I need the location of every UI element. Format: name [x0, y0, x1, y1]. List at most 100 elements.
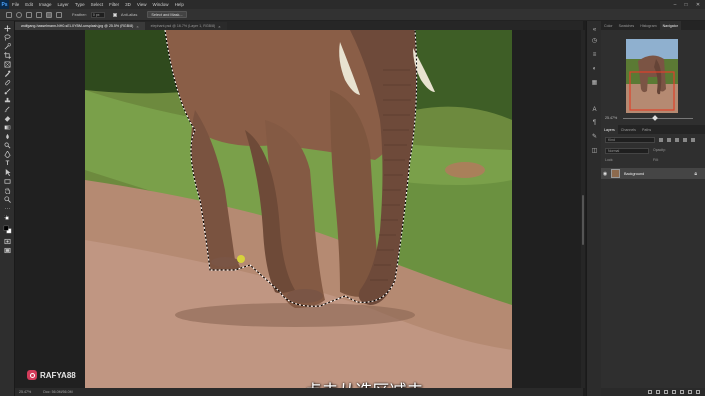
- navigator-thumbnail[interactable]: [626, 39, 678, 113]
- eyedropper-tool-icon[interactable]: [3, 70, 12, 77]
- tab-histogram[interactable]: Histogram: [637, 21, 659, 30]
- tab-swatches[interactable]: Swatches: [616, 21, 638, 30]
- history-panel-icon[interactable]: ◷: [591, 37, 598, 44]
- menu-file[interactable]: File: [9, 2, 22, 7]
- close-icon[interactable]: ×: [136, 24, 138, 29]
- menu-filter[interactable]: Filter: [106, 2, 122, 7]
- hand-tool-icon[interactable]: [3, 187, 12, 194]
- scrollbar-thumb[interactable]: [582, 195, 584, 245]
- visibility-eye-icon[interactable]: ◉: [601, 171, 609, 177]
- clone-source-panel-icon[interactable]: ◫: [591, 147, 598, 154]
- canvas-area[interactable]: 点击从选区减去: [15, 30, 583, 396]
- slider-knob[interactable]: [652, 115, 658, 121]
- layer-row-background[interactable]: ◉ Background 🔒︎: [601, 168, 705, 179]
- more-tools-icon[interactable]: ···: [3, 205, 12, 212]
- status-bar: 25.47% Doc: 56.0M/56.0M: [15, 388, 583, 396]
- select-and-mask-button[interactable]: Select and Mask...: [147, 11, 187, 18]
- document-tabs: wolfgang-hasselmann-NH0-sEl-XYBM-unsplas…: [15, 21, 583, 30]
- elephant-photo[interactable]: [85, 30, 512, 388]
- lasso-tool-icon[interactable]: [16, 11, 22, 18]
- eraser-tool-icon[interactable]: [3, 115, 12, 122]
- minimize-button[interactable]: –: [670, 0, 680, 9]
- navigator-zoom-slider[interactable]: [623, 115, 693, 121]
- screen-mode-icon[interactable]: [3, 247, 12, 254]
- filter-type-icon[interactable]: [675, 138, 679, 142]
- tab-color[interactable]: Color: [601, 21, 616, 30]
- brush-tool-icon[interactable]: [3, 88, 12, 95]
- tab-navigator[interactable]: Navigator: [659, 21, 681, 30]
- maximize-button[interactable]: □: [681, 0, 691, 9]
- navigator-zoom-value[interactable]: 25.47%: [605, 116, 617, 120]
- zoom-tool-icon[interactable]: [3, 196, 12, 203]
- new-group-icon[interactable]: [680, 390, 684, 394]
- pen-tool-icon[interactable]: [3, 151, 12, 158]
- blur-tool-icon[interactable]: [3, 133, 12, 140]
- link-layers-icon[interactable]: [648, 390, 652, 394]
- lasso-tool-icon[interactable]: [3, 34, 12, 41]
- menu-view[interactable]: View: [134, 2, 150, 7]
- path-selection-icon[interactable]: [3, 169, 12, 176]
- menu-3d[interactable]: 3D: [122, 2, 134, 7]
- filter-smart-object-icon[interactable]: [691, 138, 695, 142]
- libraries-panel-icon[interactable]: ▦: [591, 79, 598, 86]
- rectangle-tool-icon[interactable]: [3, 178, 12, 185]
- tab-elephant-jpg[interactable]: wolfgang-hasselmann-NH0-sEl-XYBM-unsplas…: [15, 22, 145, 30]
- type-tool-icon[interactable]: T: [3, 160, 12, 167]
- layer-filter-kind[interactable]: Kind: [605, 137, 655, 143]
- quick-mask-icon[interactable]: [3, 238, 12, 245]
- tab-paths[interactable]: Paths: [639, 125, 654, 134]
- intersect-selection-icon[interactable]: [56, 11, 62, 18]
- paragraph-panel-icon[interactable]: ¶: [591, 119, 598, 126]
- opacity-label[interactable]: Opacity:: [653, 148, 666, 152]
- home-icon[interactable]: [6, 11, 12, 18]
- layer-name[interactable]: Background: [624, 172, 644, 176]
- collapse-panels-icon[interactable]: «: [591, 26, 598, 33]
- clone-stamp-icon[interactable]: [3, 97, 12, 104]
- default-colors-icon[interactable]: [3, 215, 12, 222]
- feather-input[interactable]: 0 px: [90, 11, 105, 18]
- adjustment-layer-icon[interactable]: [672, 390, 676, 394]
- subtract-from-selection-icon[interactable]: [46, 11, 52, 18]
- quick-selection-tool-icon[interactable]: [3, 43, 12, 50]
- properties-panel-icon[interactable]: ≡: [591, 51, 598, 58]
- delete-layer-icon[interactable]: [696, 390, 700, 394]
- add-mask-icon[interactable]: [664, 390, 668, 394]
- brushes-panel-icon[interactable]: ✎: [591, 133, 598, 140]
- menu-help[interactable]: Help: [172, 2, 187, 7]
- fill-label[interactable]: Fill:: [653, 158, 658, 162]
- menu-layer[interactable]: Layer: [55, 2, 72, 7]
- tab-channels[interactable]: Channels: [618, 125, 639, 134]
- menu-edit[interactable]: Edit: [22, 2, 36, 7]
- filter-pixel-icon[interactable]: [659, 138, 663, 142]
- close-window-button[interactable]: ✕: [693, 0, 703, 9]
- blend-mode-select[interactable]: Normal: [605, 148, 649, 154]
- tab-elephant-psd[interactable]: elephant.psd @ 16.7% (Layer 1, RGB/8) ×: [144, 22, 227, 30]
- close-icon[interactable]: ×: [218, 24, 220, 29]
- menu-type[interactable]: Type: [72, 2, 88, 7]
- add-to-selection-icon[interactable]: [36, 11, 42, 18]
- layer-style-icon[interactable]: [656, 390, 660, 394]
- menu-window[interactable]: Window: [150, 2, 172, 7]
- gradient-tool-icon[interactable]: [3, 124, 12, 131]
- vertical-scrollbar[interactable]: [581, 30, 585, 388]
- filter-adjustment-icon[interactable]: [667, 138, 671, 142]
- move-tool-icon[interactable]: [3, 25, 12, 32]
- filter-shape-icon[interactable]: [683, 138, 687, 142]
- new-layer-icon[interactable]: [688, 390, 692, 394]
- character-panel-icon[interactable]: A: [591, 106, 598, 113]
- zoom-level[interactable]: 25.47%: [19, 390, 31, 394]
- adjustments-panel-icon[interactable]: ◐: [591, 65, 598, 72]
- frame-tool-icon[interactable]: [3, 61, 12, 68]
- new-selection-icon[interactable]: [26, 11, 32, 18]
- menu-select[interactable]: Select: [88, 2, 107, 7]
- dodge-tool-icon[interactable]: [3, 142, 12, 149]
- lock-icon[interactable]: 🔒︎: [694, 171, 697, 177]
- antialias-checkbox[interactable]: [112, 12, 117, 17]
- crop-tool-icon[interactable]: [3, 52, 12, 59]
- menu-image[interactable]: Image: [36, 2, 55, 7]
- foreground-background-color-icon[interactable]: [3, 224, 12, 234]
- healing-brush-icon[interactable]: [3, 79, 12, 86]
- lock-label: Lock:: [605, 158, 614, 162]
- history-brush-icon[interactable]: [3, 106, 12, 113]
- tab-layers[interactable]: Layers: [601, 125, 618, 134]
